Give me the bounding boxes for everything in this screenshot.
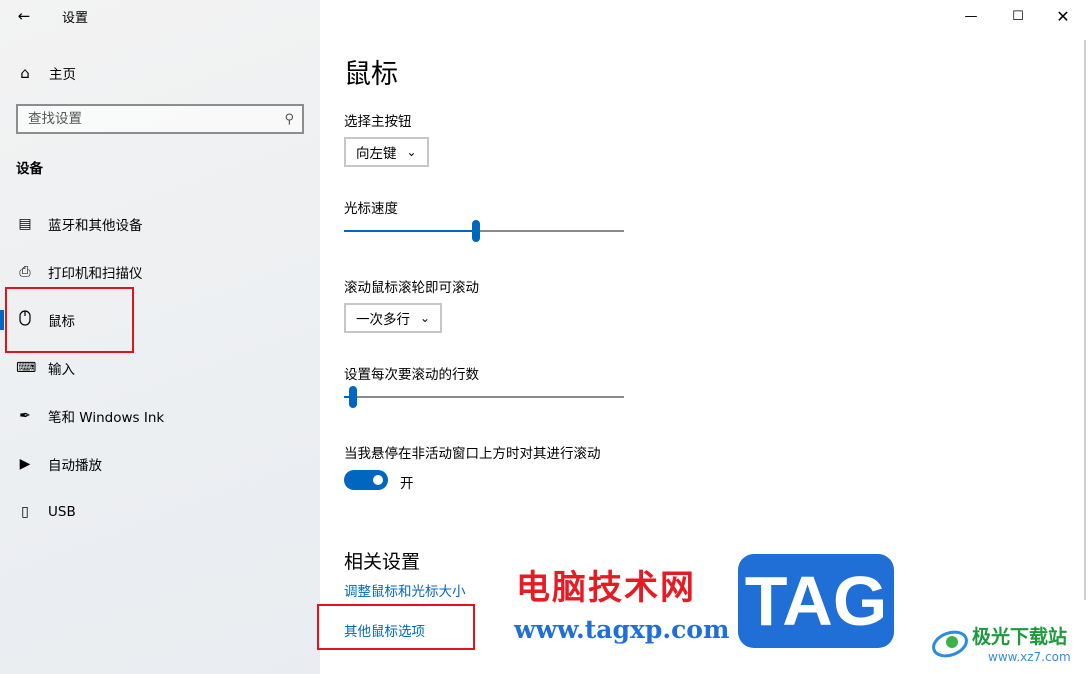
chevron-down-icon: ⌄ xyxy=(420,311,431,325)
sidebar-item-label: USB xyxy=(48,504,76,520)
mouse-icon xyxy=(16,310,34,330)
home-icon: ⌂ xyxy=(20,64,30,82)
aurora-logo-icon xyxy=(932,630,968,658)
sidebar-item-autoplay[interactable]: ▶ 自动播放 xyxy=(0,440,320,488)
minimize-button[interactable]: — xyxy=(948,0,994,32)
slider-thumb[interactable] xyxy=(349,386,357,408)
related-settings-title: 相关设置 xyxy=(344,551,421,573)
link-adjust-mouse-cursor-size[interactable]: 调整鼠标和光标大小 xyxy=(344,580,466,600)
sidebar-item-pen[interactable]: ✒ 笔和 Windows Ink xyxy=(0,392,320,440)
sidebar-item-home[interactable]: ⌂ 主页 xyxy=(0,56,320,90)
sidebar-item-mouse[interactable]: 鼠标 xyxy=(0,296,320,344)
toggle-state-text: 开 xyxy=(400,476,414,492)
link-additional-mouse-options[interactable]: 其他鼠标选项 xyxy=(344,620,425,640)
chevron-down-icon: ⌄ xyxy=(406,145,417,159)
search-box[interactable]: ⚲ xyxy=(16,104,304,134)
page-title: 鼠标 xyxy=(344,59,398,90)
autoplay-icon: ▶ xyxy=(19,456,31,472)
usb-icon: ▯ xyxy=(21,504,29,520)
close-button[interactable]: ✕ xyxy=(1040,0,1086,32)
watermark-logo-name: 极光下载站 xyxy=(972,626,1068,648)
primary-button-label: 选择主按钮 xyxy=(344,114,412,130)
sidebar-item-label: 输入 xyxy=(48,362,75,378)
watermark-url: www.tagxp.com xyxy=(514,615,730,644)
bluetooth-devices-icon: ▤ xyxy=(18,216,32,232)
keyboard-icon: ⌨ xyxy=(16,360,37,376)
inactive-scroll-toggle[interactable] xyxy=(344,470,388,490)
sidebar-item-label: 鼠标 xyxy=(48,314,75,330)
sidebar-nav: ▤ 蓝牙和其他设备 ⎙ 打印机和扫描仪 鼠标 ⌨ 输入 ✒ 笔和 Windows… xyxy=(0,200,320,536)
sidebar-item-label: 打印机和扫描仪 xyxy=(48,266,143,282)
cursor-speed-slider[interactable] xyxy=(344,220,624,244)
watermark-xz7-logo: 极光下载站 www.xz7.com xyxy=(930,618,1082,672)
app-title: 设置 xyxy=(62,11,89,26)
sidebar-item-usb[interactable]: ▯ USB xyxy=(0,488,320,536)
search-icon[interactable]: ⚲ xyxy=(284,112,294,127)
scrollbar[interactable] xyxy=(1084,40,1086,600)
pen-icon: ✒ xyxy=(19,408,31,424)
sidebar-item-label: 自动播放 xyxy=(48,458,102,474)
section-label: 设备 xyxy=(16,161,43,177)
slider-fill xyxy=(344,230,476,232)
toggle-knob xyxy=(373,475,383,485)
printer-icon: ⎙ xyxy=(19,264,31,280)
main-content: — ☐ ✕ 鼠标 选择主按钮 向左键 ⌄ 光标速度 滚动鼠标滚轮即可滚动 一次多… xyxy=(320,0,1088,674)
primary-button-value: 向左键 xyxy=(356,146,397,162)
watermark-logo-site: www.xz7.com xyxy=(988,650,1071,664)
search-input[interactable] xyxy=(28,111,258,127)
lines-per-scroll-slider[interactable] xyxy=(344,386,624,410)
sidebar-item-label: 主页 xyxy=(49,67,76,83)
maximize-button[interactable]: ☐ xyxy=(995,0,1041,32)
slider-track xyxy=(344,396,624,398)
wheel-scroll-value: 一次多行 xyxy=(356,312,410,328)
sidebar: ← 设置 ⌂ 主页 ⚲ 设备 ▤ 蓝牙和其他设备 ⎙ 打印机和扫描仪 鼠标 ⌨ … xyxy=(0,0,320,674)
lines-per-scroll-label: 设置每次要滚动的行数 xyxy=(344,367,479,383)
sidebar-item-input[interactable]: ⌨ 输入 xyxy=(0,344,320,392)
inactive-scroll-label: 当我悬停在非活动窗口上方时对其进行滚动 xyxy=(344,446,601,462)
back-arrow-icon[interactable]: ← xyxy=(12,4,36,28)
watermark-cn-text: 电脑技术网 xyxy=(516,568,696,608)
cursor-speed-label: 光标速度 xyxy=(344,201,398,217)
wheel-scroll-select[interactable]: 一次多行 ⌄ xyxy=(344,303,443,333)
sidebar-item-label: 笔和 Windows Ink xyxy=(48,410,165,426)
watermark-tag-logo: TAG xyxy=(738,554,894,648)
sidebar-item-printers[interactable]: ⎙ 打印机和扫描仪 xyxy=(0,248,320,296)
sidebar-item-bluetooth[interactable]: ▤ 蓝牙和其他设备 xyxy=(0,200,320,248)
slider-thumb[interactable] xyxy=(472,220,480,242)
sidebar-item-label: 蓝牙和其他设备 xyxy=(48,218,143,234)
primary-button-select[interactable]: 向左键 ⌄ xyxy=(344,137,429,167)
wheel-scroll-label: 滚动鼠标滚轮即可滚动 xyxy=(344,280,479,296)
